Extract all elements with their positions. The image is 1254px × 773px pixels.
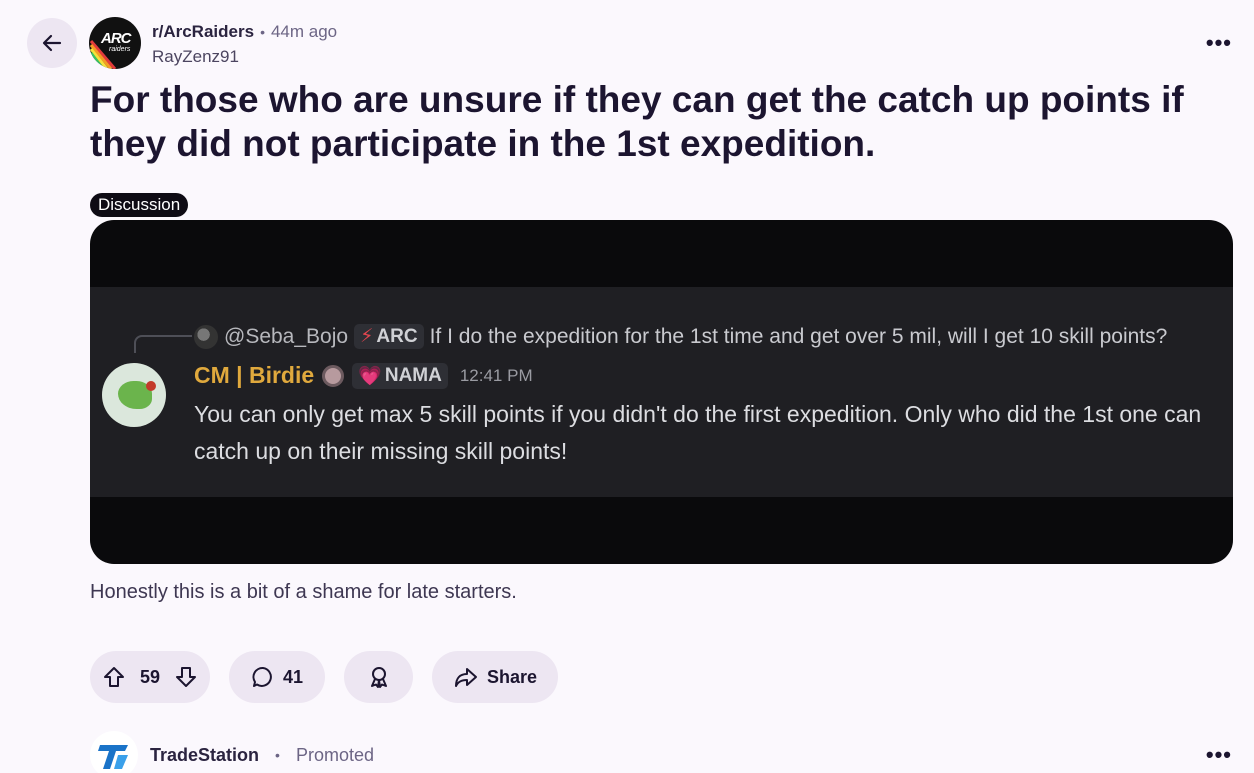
- discord-timestamp: 12:41 PM: [459, 365, 533, 385]
- parrot-beak: [146, 381, 156, 391]
- reply-username: @Seba_Bojo: [224, 324, 349, 348]
- reply-avatar: [194, 324, 218, 349]
- back-button[interactable]: [27, 18, 77, 68]
- post-meta: r/ArcRaiders • 44m ago: [152, 22, 337, 42]
- chat-bubble-icon: [252, 667, 272, 687]
- share-button[interactable]: Share: [432, 651, 558, 703]
- reply-tag-label: ARC: [376, 325, 418, 347]
- post-image[interactable]: @Seba_Bojo ⚡ ARC If I do the expedition …: [90, 220, 1233, 564]
- share-label: Share: [486, 666, 538, 687]
- post-author-link[interactable]: RayZenz91: [152, 47, 239, 67]
- discord-message-text: You can only get max 5 skill points if y…: [194, 401, 1202, 464]
- reply-text: If I do the expedition for the 1st time …: [429, 324, 1168, 348]
- arrow-up-icon[interactable]: [102, 665, 126, 689]
- upvote-count: 59: [139, 666, 161, 687]
- subreddit-name-link[interactable]: r/ArcRaiders: [152, 22, 254, 42]
- tradestation-avatar[interactable]: [90, 731, 138, 773]
- lightning-icon: ⚡: [360, 326, 374, 347]
- comment-count: 41: [282, 666, 304, 687]
- discord-author-avatar: [102, 363, 166, 427]
- vote-control: 59: [90, 651, 210, 703]
- post-time: 44m ago: [270, 22, 338, 41]
- arrow-left-icon: [42, 34, 62, 52]
- reply-tag: ⚡ ARC: [354, 324, 424, 349]
- share-arrow-icon: [454, 668, 477, 687]
- post-body: Honestly this is a bit of a shame for la…: [90, 581, 517, 603]
- subreddit-logo-text: ARC: [101, 30, 131, 47]
- reply-connector: [134, 335, 192, 353]
- post-title: For those who are unsure if they can get…: [90, 79, 1184, 164]
- subreddit-logo-subtext: raiders: [109, 46, 131, 53]
- promoted-post-header: TradeStation • Promoted: [90, 731, 374, 773]
- discord-author-name: CM | Birdie: [194, 362, 315, 388]
- subreddit-avatar[interactable]: ARC raiders: [89, 17, 141, 69]
- heart-icon: 💗: [358, 365, 382, 387]
- discord-reply: @Seba_Bojo ⚡ ARC If I do the expedition …: [194, 324, 1167, 349]
- discord-message-header: CM | Birdie 💗 NAMA 12:41 PM: [194, 362, 533, 389]
- comments-button[interactable]: 41: [229, 651, 325, 703]
- promoted-label: Promoted: [295, 744, 374, 765]
- advertiser-name[interactable]: TradeStation: [150, 745, 259, 766]
- arrow-down-icon[interactable]: [174, 665, 198, 689]
- author-tag: 💗 NAMA: [352, 362, 448, 389]
- more-options-button[interactable]: •••: [1206, 30, 1232, 56]
- tradestation-logo-icon: [98, 745, 128, 769]
- cup-icon: [322, 364, 345, 387]
- ad-more-options-button[interactable]: •••: [1206, 742, 1232, 768]
- award-icon: [370, 667, 387, 688]
- post-flair[interactable]: Discussion: [90, 193, 189, 217]
- post-actions: 59 41 Share: [90, 651, 558, 703]
- meta-separator: •: [260, 24, 265, 40]
- author-tag-label: NAMA: [384, 364, 442, 386]
- award-button[interactable]: [344, 651, 413, 703]
- ad-separator: •: [275, 747, 280, 763]
